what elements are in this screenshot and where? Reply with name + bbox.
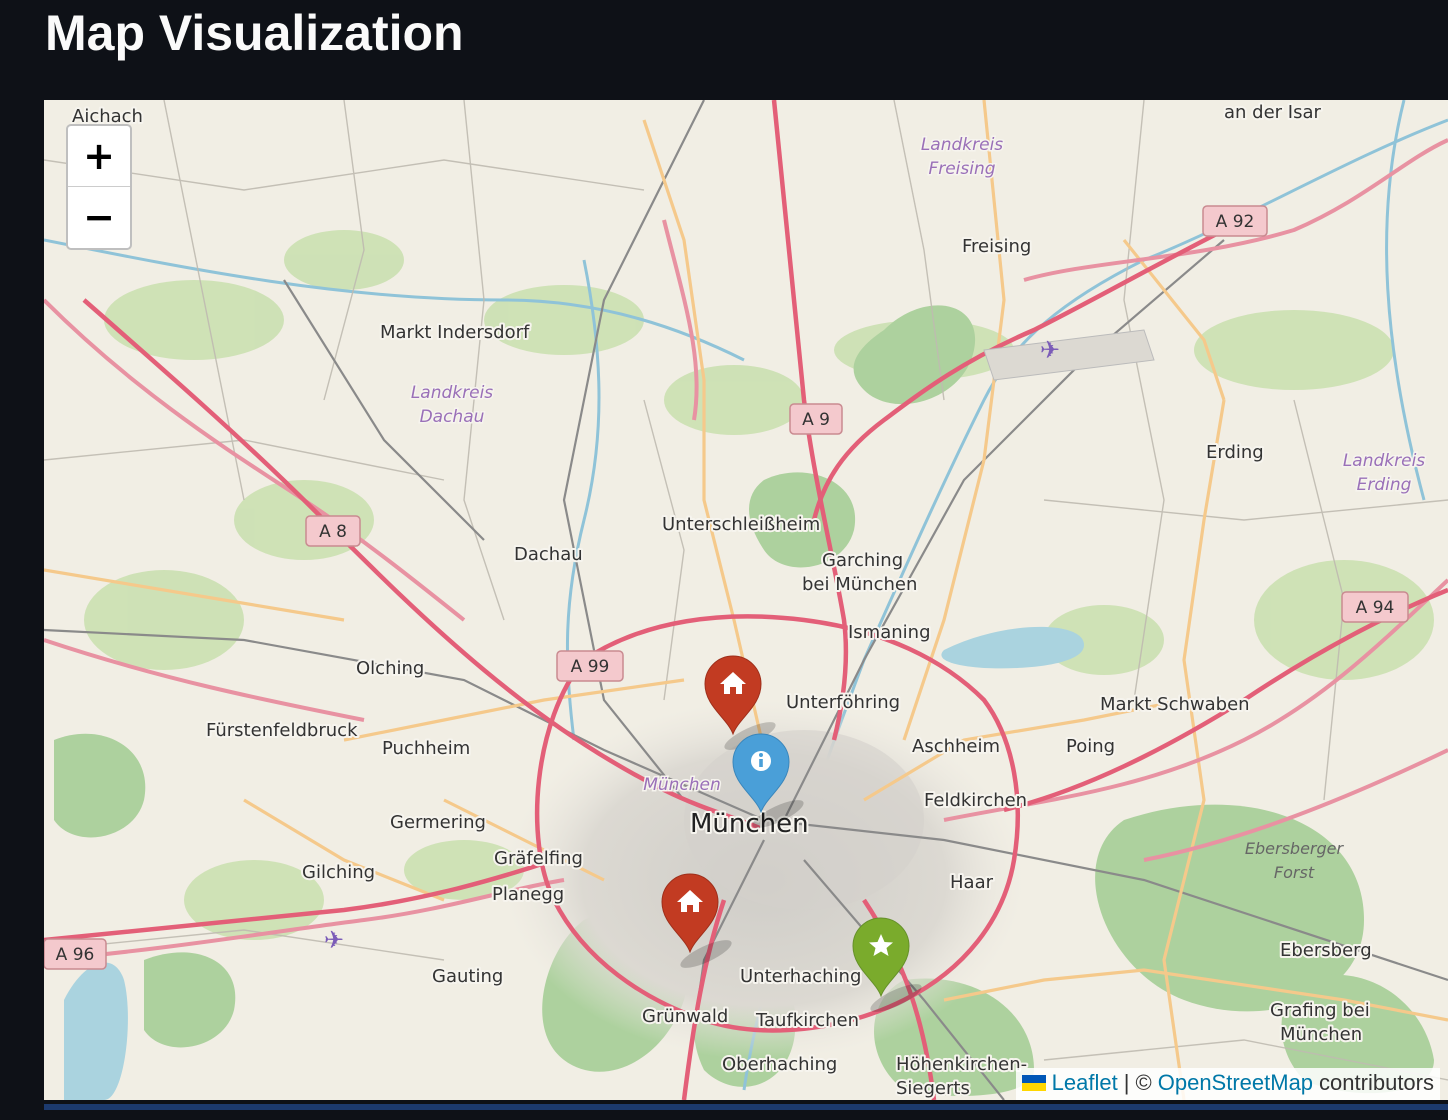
svg-text:Haar: Haar bbox=[950, 872, 994, 893]
svg-text:Aschheim: Aschheim bbox=[912, 736, 1000, 757]
svg-text:Taufkirchen: Taufkirchen bbox=[755, 1010, 859, 1031]
svg-text:Freising: Freising bbox=[962, 236, 1031, 257]
ukraine-flag-icon bbox=[1021, 1075, 1046, 1091]
svg-text:Gilching: Gilching bbox=[302, 862, 375, 883]
svg-text:Poing: Poing bbox=[1066, 736, 1115, 757]
road-shield-a8: A 8 bbox=[305, 515, 361, 547]
road-shield-a92: A 92 bbox=[1202, 205, 1268, 237]
map-tiles[interactable]: ✈ ✈ A 92 A 9 A 8 A 94 A 99 A 96 Landkrei… bbox=[44, 100, 1448, 1100]
svg-text:Markt Schwaben: Markt Schwaben bbox=[1100, 694, 1250, 715]
svg-text:Freising: Freising bbox=[928, 159, 995, 179]
svg-text:München: München bbox=[643, 775, 721, 795]
svg-text:München: München bbox=[1280, 1024, 1362, 1045]
svg-text:A 99: A 99 bbox=[571, 657, 610, 677]
svg-text:Gauting: Gauting bbox=[432, 966, 503, 987]
svg-text:Olching: Olching bbox=[356, 658, 424, 679]
leaflet-link[interactable]: Leaflet bbox=[1052, 1070, 1118, 1096]
svg-text:an der Isar: an der Isar bbox=[1224, 102, 1321, 123]
svg-text:Dachau: Dachau bbox=[420, 407, 485, 427]
svg-text:A 92: A 92 bbox=[1216, 212, 1255, 232]
svg-text:Erding: Erding bbox=[1357, 475, 1412, 495]
svg-text:Landkreis: Landkreis bbox=[411, 383, 493, 403]
svg-text:A 94: A 94 bbox=[1356, 598, 1395, 618]
svg-text:Gräfelfing: Gräfelfing bbox=[494, 848, 583, 869]
svg-text:A 8: A 8 bbox=[319, 522, 347, 542]
svg-text:Unterföhring: Unterföhring bbox=[786, 692, 900, 713]
openstreetmap-link[interactable]: OpenStreetMap bbox=[1158, 1070, 1313, 1096]
zoom-in-button[interactable]: + bbox=[68, 126, 130, 186]
svg-text:Ebersberg: Ebersberg bbox=[1280, 940, 1372, 961]
svg-text:Grafing bei: Grafing bei bbox=[1270, 1000, 1370, 1021]
road-shield-a96: A 96 bbox=[44, 938, 107, 970]
svg-text:Germering: Germering bbox=[390, 812, 486, 833]
road-shield-a9: A 9 bbox=[789, 403, 843, 435]
svg-text:A 9: A 9 bbox=[802, 410, 830, 430]
svg-text:Puchheim: Puchheim bbox=[382, 738, 470, 759]
svg-text:Grünwald: Grünwald bbox=[642, 1006, 728, 1027]
svg-text:Planegg: Planegg bbox=[492, 884, 564, 905]
svg-text:bei München: bei München bbox=[802, 574, 917, 595]
attribution-suffix: contributors bbox=[1319, 1070, 1434, 1095]
svg-text:Forst: Forst bbox=[1274, 863, 1315, 882]
zoom-control: + − bbox=[66, 124, 132, 250]
zoom-out-button[interactable]: − bbox=[68, 186, 130, 247]
info-icon bbox=[751, 751, 771, 771]
svg-text:Markt Indersdorf: Markt Indersdorf bbox=[380, 322, 530, 343]
svg-text:Oberhaching: Oberhaching bbox=[722, 1054, 837, 1075]
svg-text:Garching: Garching bbox=[822, 550, 903, 571]
airport-icon: ✈ bbox=[1040, 336, 1060, 364]
svg-text:Dachau: Dachau bbox=[514, 544, 583, 565]
svg-text:A 96: A 96 bbox=[56, 945, 95, 965]
svg-text:Ismaning: Ismaning bbox=[848, 622, 931, 643]
airfield-icon: ✈ bbox=[324, 926, 344, 954]
map-bottom-bar bbox=[44, 1104, 1448, 1110]
svg-text:Siegerts: Siegerts bbox=[896, 1078, 970, 1099]
svg-text:Erding: Erding bbox=[1206, 442, 1264, 463]
svg-text:Fürstenfeldbruck: Fürstenfeldbruck bbox=[206, 720, 358, 741]
attribution-separator: | © bbox=[1123, 1070, 1152, 1095]
svg-text:Landkreis: Landkreis bbox=[1343, 451, 1425, 471]
svg-text:Ebersberger: Ebersberger bbox=[1245, 839, 1345, 858]
svg-text:Landkreis: Landkreis bbox=[921, 135, 1003, 155]
road-shield-a94: A 94 bbox=[1341, 591, 1409, 623]
svg-text:Unterschleißheim: Unterschleißheim bbox=[662, 514, 820, 535]
svg-text:Unterhaching: Unterhaching bbox=[740, 966, 861, 987]
road-shield-a99: A 99 bbox=[556, 650, 624, 682]
svg-text:Höhenkirchen-: Höhenkirchen- bbox=[896, 1054, 1027, 1075]
map-attribution: Leaflet | © OpenStreetMap contributors bbox=[1015, 1068, 1440, 1100]
page-title: Map Visualization bbox=[45, 5, 464, 61]
svg-text:Feldkirchen: Feldkirchen bbox=[924, 790, 1027, 811]
map-container[interactable]: ✈ ✈ A 92 A 9 A 8 A 94 A 99 A 96 Landkrei… bbox=[44, 100, 1448, 1100]
